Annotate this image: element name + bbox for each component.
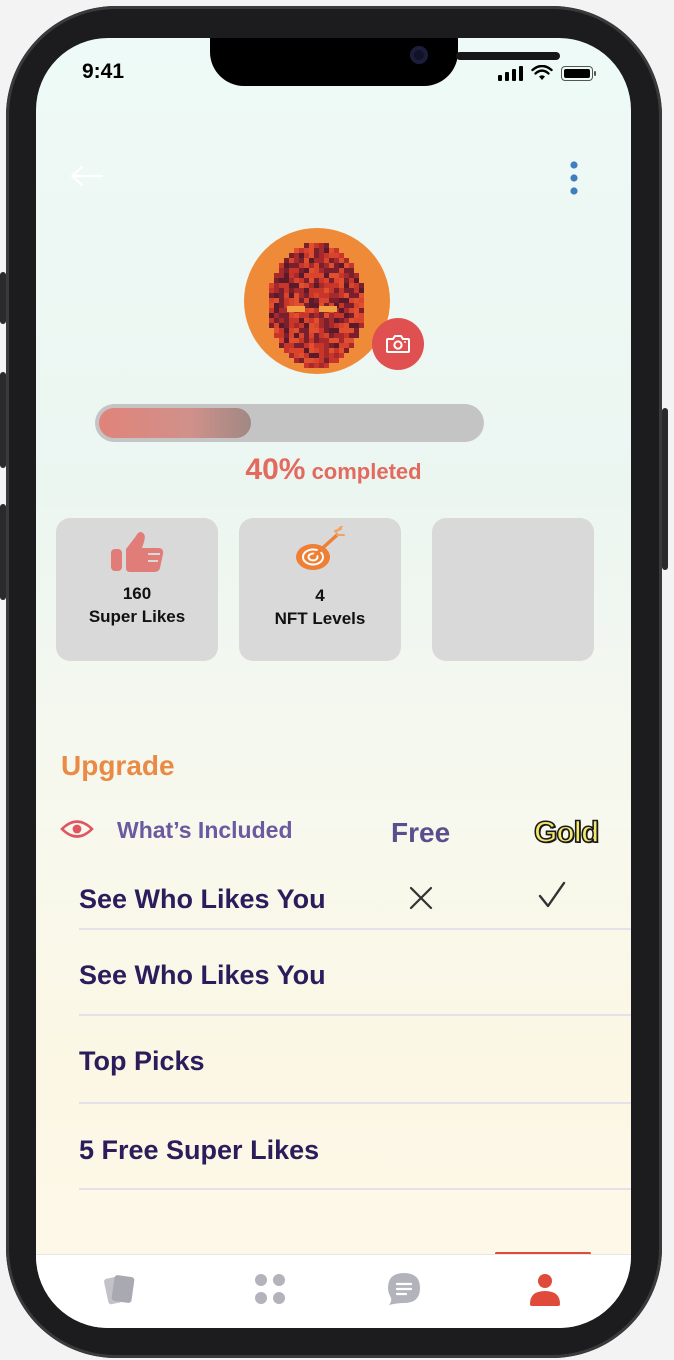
grid-dots-icon bbox=[255, 1274, 285, 1304]
cellular-signal-icon bbox=[498, 66, 523, 81]
back-arrow-icon bbox=[70, 165, 104, 187]
app-screen: 9:41 40% completed 160 Super Likes 4 NFT… bbox=[36, 38, 631, 1328]
tab-profile[interactable] bbox=[521, 1269, 569, 1309]
plan-free-header[interactable]: Free bbox=[391, 817, 450, 849]
front-camera bbox=[410, 46, 428, 64]
thumbs-up-icon bbox=[111, 532, 164, 572]
change-photo-button[interactable] bbox=[372, 318, 424, 370]
volume-up-button bbox=[0, 372, 6, 468]
notch bbox=[210, 38, 560, 86]
status-time: 9:41 bbox=[82, 60, 125, 83]
super-likes-label: Super Likes bbox=[88, 607, 186, 626]
nft-levels-label: NFT Levels bbox=[274, 609, 366, 628]
avatar[interactable] bbox=[244, 228, 390, 374]
feature-row[interactable]: 5 Free Super Likes bbox=[79, 1102, 631, 1190]
feature-label: See Who Likes You bbox=[79, 960, 326, 990]
tab-discover[interactable] bbox=[246, 1269, 294, 1309]
tab-cards[interactable] bbox=[96, 1269, 144, 1309]
eye-icon bbox=[60, 820, 94, 838]
chat-bubble-icon bbox=[388, 1273, 420, 1305]
feature-label: 5 Free Super Likes bbox=[79, 1135, 320, 1165]
wifi-icon bbox=[531, 65, 553, 80]
volume-down-button bbox=[0, 504, 6, 600]
tab-chat[interactable] bbox=[380, 1269, 428, 1309]
mute-switch bbox=[0, 272, 6, 324]
cards-icon bbox=[104, 1275, 135, 1305]
feature-label: See Who Likes You bbox=[79, 884, 326, 914]
status-icons bbox=[498, 63, 596, 81]
feature-row[interactable]: See Who Likes You bbox=[79, 874, 631, 930]
plan-gold-header[interactable]: Gold bbox=[533, 815, 600, 850]
profile-progress-bar bbox=[95, 404, 484, 442]
profile-icon bbox=[530, 1274, 560, 1306]
pixel-art-avatar bbox=[269, 243, 364, 368]
whats-included-label: What’s Included bbox=[117, 817, 293, 843]
check-icon bbox=[538, 881, 566, 908]
profile-progress-fill bbox=[99, 408, 251, 438]
power-button bbox=[662, 408, 668, 570]
stat-card-empty[interactable] bbox=[432, 518, 594, 661]
feature-row[interactable]: See Who Likes You bbox=[79, 928, 631, 1016]
progress-percent: 40% bbox=[245, 453, 306, 486]
battery-icon bbox=[561, 66, 596, 81]
more-options-button[interactable] bbox=[564, 158, 584, 202]
upgrade-title: Upgrade bbox=[61, 750, 175, 781]
plans-header-row: What’s Included Free Gold bbox=[60, 814, 620, 854]
super-likes-count: 160 bbox=[122, 584, 152, 603]
feature-row[interactable]: Top Picks bbox=[79, 1014, 631, 1104]
stat-card-nft-levels[interactable]: 4 NFT Levels bbox=[239, 518, 401, 661]
stat-card-super-likes[interactable]: 160 Super Likes bbox=[56, 518, 218, 661]
back-button[interactable] bbox=[66, 158, 106, 194]
target-dart-icon bbox=[296, 526, 345, 570]
nft-levels-count: 4 bbox=[315, 586, 325, 605]
progress-completed-text: completed bbox=[305, 459, 422, 484]
speaker bbox=[456, 52, 560, 60]
bottom-tab-bar bbox=[36, 1254, 631, 1328]
feature-label: Top Picks bbox=[79, 1046, 205, 1076]
camera-icon bbox=[386, 335, 410, 353]
cross-icon bbox=[409, 886, 433, 910]
more-vertical-icon bbox=[570, 161, 578, 195]
progress-label: 40% completed bbox=[36, 453, 631, 487]
